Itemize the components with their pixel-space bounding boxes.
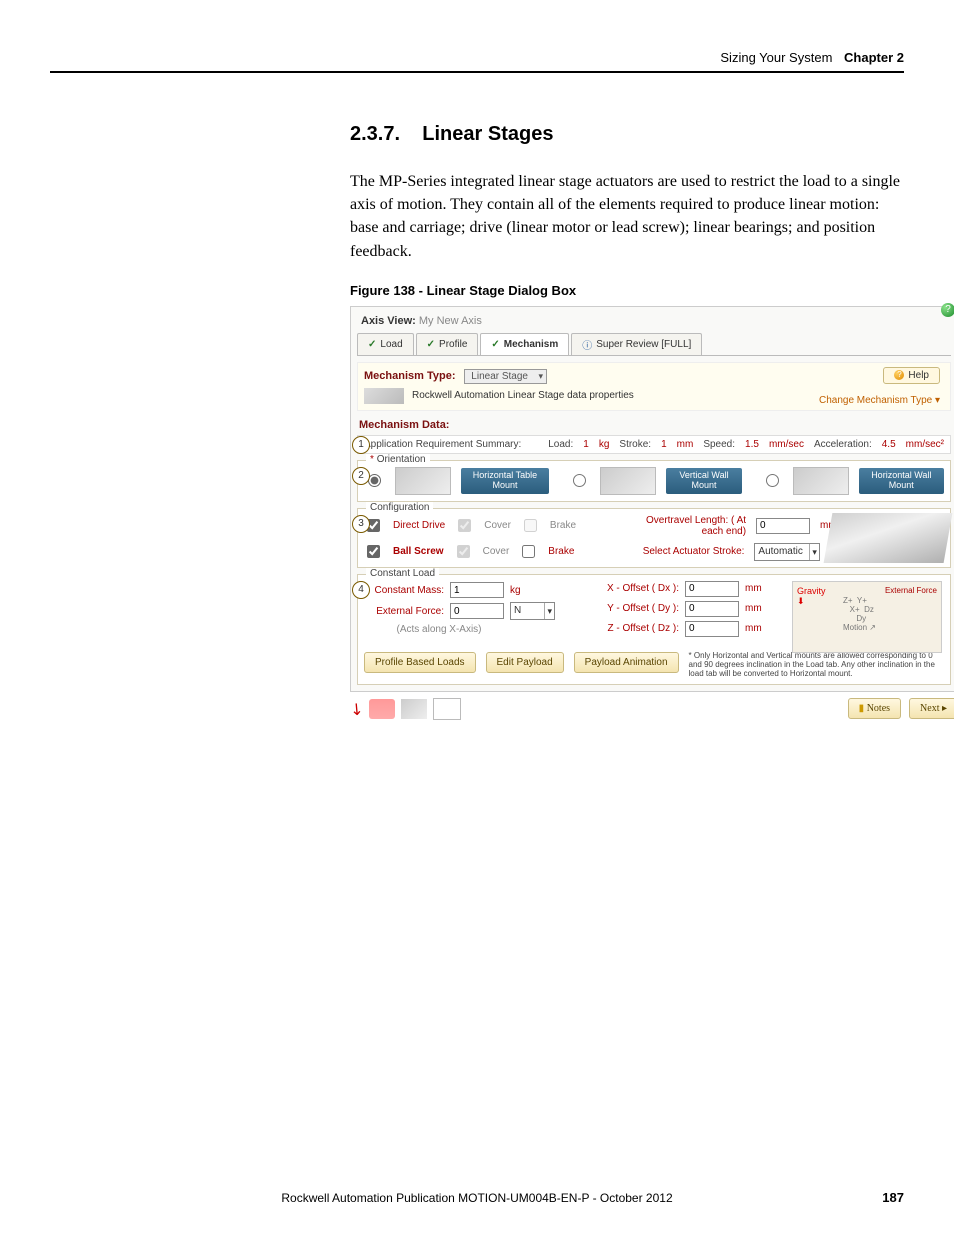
tab-load[interactable]: ✓Load: [357, 333, 414, 355]
brake-checkbox-1[interactable]: [524, 519, 537, 532]
publication-footer: Rockwell Automation Publication MOTION-U…: [0, 1191, 954, 1205]
callout-2: 2: [352, 467, 370, 485]
profile-based-loads-button[interactable]: Profile Based Loads: [364, 652, 476, 673]
running-head-text: Sizing Your System: [720, 50, 832, 65]
external-force-input[interactable]: [450, 603, 504, 619]
payload-animation-button[interactable]: Payload Animation: [574, 652, 679, 673]
page-number: 187: [882, 1190, 904, 1205]
orientation-fieldset: 2 * Orientation Horizontal Table Mount V…: [357, 460, 951, 502]
help-button[interactable]: ? Help: [883, 367, 940, 384]
help-ball-icon: ?: [894, 370, 904, 380]
callout-1: 1: [352, 436, 370, 454]
body-paragraph: The MP-Series integrated linear stage ac…: [350, 170, 904, 263]
constant-mass-input[interactable]: [450, 582, 504, 598]
tab-super-review[interactable]: ⓘSuper Review [FULL]: [571, 333, 702, 355]
tab-mechanism[interactable]: ✓Mechanism: [480, 333, 569, 355]
ball-screw-checkbox[interactable]: [367, 545, 380, 558]
running-head: Sizing Your System Chapter 2: [50, 50, 904, 73]
orientation-thumb-2: [600, 467, 656, 495]
cover-checkbox-2[interactable]: [457, 545, 470, 558]
brake-checkbox-2[interactable]: [522, 545, 535, 558]
cover-checkbox-1[interactable]: [458, 519, 471, 532]
force-unit-select[interactable]: N: [510, 602, 555, 620]
summary-label: Application Requirement Summary:: [364, 439, 521, 450]
orientation-label-2: Vertical Wall Mount: [666, 468, 742, 494]
z-offset-input[interactable]: [685, 621, 739, 637]
constant-load-legend: Constant Load: [366, 568, 439, 579]
mechanism-thumb-icon: [364, 388, 404, 404]
section-number: 2.3.7.: [350, 123, 400, 145]
mechanism-data-heading: Mechanism Data:: [359, 419, 951, 431]
requirement-summary-row: 1 Application Requirement Summary: Load:…: [357, 435, 951, 454]
load-diagram: Gravity⬇ External Force Z+ Y+ X+ Dz Dy M…: [792, 581, 942, 653]
footer-icon-3: [433, 698, 461, 720]
actuator-stroke-select[interactable]: Automatic: [754, 543, 819, 561]
footer-icon-1: [369, 699, 395, 719]
orientation-label-1: Horizontal Table Mount: [461, 468, 550, 494]
change-mechanism-link[interactable]: Change Mechanism Type ▾: [819, 395, 940, 406]
axis-view-value: My New Axis: [419, 315, 482, 327]
external-force-label: External Force: [885, 586, 937, 595]
configuration-legend: Configuration: [366, 502, 433, 513]
footer-icon-2: [401, 699, 427, 719]
check-icon: ✓: [368, 339, 376, 350]
orientation-legend: * Orientation: [366, 454, 430, 465]
actuator-image: [824, 513, 953, 563]
orientation-radio-2[interactable]: [573, 474, 586, 487]
figure-caption: Figure 138 - Linear Stage Dialog Box: [350, 283, 904, 298]
constant-load-fieldset: 4 Constant Load Constant Mass: kg Extern…: [357, 574, 951, 685]
check-icon: ✓: [427, 339, 435, 350]
orientation-label-3: Horizontal Wall Mount: [859, 468, 944, 494]
mechanism-type-label: Mechanism Type:: [364, 370, 456, 382]
notes-icon: ▮: [859, 703, 865, 714]
tab-profile[interactable]: ✓Profile: [416, 333, 479, 355]
axis-view-label: Axis View: My New Axis: [357, 313, 951, 329]
callout-4: 4: [352, 581, 370, 599]
configuration-fieldset: 3 Configuration Direct Drive Cover Brake…: [357, 508, 951, 568]
notes-button[interactable]: ▮ Notes: [848, 698, 901, 719]
info-icon: ⓘ: [582, 337, 592, 352]
gravity-down-icon: ↘: [345, 697, 368, 721]
chapter-label: Chapter 2: [844, 50, 904, 65]
section-title: Linear Stages: [422, 123, 553, 145]
orientation-thumb-1: [395, 467, 451, 495]
dialog-footer-row: ↘ ▮ Notes Next ▸: [350, 698, 954, 720]
axes-diagram: Z+ Y+ X+ Dz Dy Motion ↗: [843, 596, 876, 632]
mechanism-subtext: Rockwell Automation Linear Stage data pr…: [412, 390, 634, 401]
linear-stage-dialog: ? Axis View: My New Axis ✓Load ✓Profile …: [350, 306, 954, 692]
callout-3: 3: [352, 515, 370, 533]
gravity-arrow-icon: Gravity⬇: [797, 586, 826, 607]
y-offset-input[interactable]: [685, 601, 739, 617]
edit-payload-button[interactable]: Edit Payload: [486, 652, 564, 673]
section-heading: 2.3.7. Linear Stages: [350, 123, 904, 146]
x-offset-input[interactable]: [685, 581, 739, 597]
help-round-icon[interactable]: ?: [941, 303, 954, 317]
orientation-footnote: * Only Horizontal and Vertical mounts ar…: [689, 651, 944, 678]
overtravel-input[interactable]: [756, 518, 810, 534]
orientation-radio-3[interactable]: [766, 474, 779, 487]
next-button[interactable]: Next ▸: [909, 698, 954, 719]
mechanism-type-row: Mechanism Type: Linear Stage ? Help Rock…: [357, 362, 951, 411]
tab-bar: ✓Load ✓Profile ✓Mechanism ⓘSuper Review …: [357, 333, 951, 356]
mechanism-type-select[interactable]: Linear Stage: [464, 369, 547, 384]
check-icon: ✓: [491, 339, 499, 350]
orientation-thumb-3: [793, 467, 849, 495]
